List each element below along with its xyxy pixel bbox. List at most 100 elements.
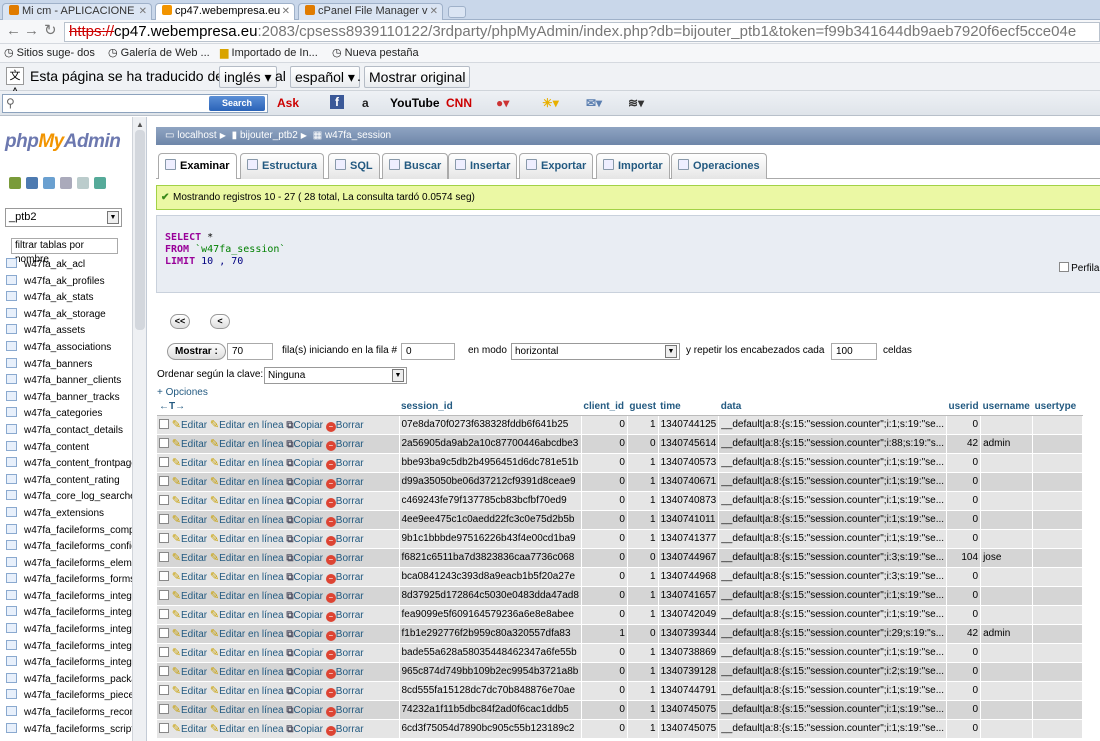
delete-icon[interactable]: − [325,649,336,660]
sidebar-table-item[interactable]: w47fa_associations [6,340,146,357]
youtube-icon[interactable]: YouTube [390,95,440,111]
copy-icon[interactable]: ⧉ [286,686,293,697]
cell-guest[interactable]: 1 [627,529,659,549]
cell-guest[interactable]: 1 [627,643,659,663]
cell-session-id[interactable]: 8cd555fa15128dc7dc70b848876e70ae [399,681,582,701]
delete-icon[interactable]: − [325,535,336,546]
delete-link[interactable]: Borrar [336,477,364,488]
copy-link[interactable]: Copiar [294,629,323,640]
cell-username[interactable] [980,662,1034,682]
table-icon[interactable] [6,589,17,600]
cell-client-id[interactable]: 0 [581,662,628,682]
column-header-userid[interactable]: userid [946,399,981,416]
edit-link[interactable]: Editar [181,629,207,640]
pencil-icon[interactable]: ✎ [210,457,219,469]
options-link[interactable]: + Opciones [157,387,208,398]
copy-link[interactable]: Copiar [294,553,323,564]
bookmark-item[interactable]: ◷ Galería de Web ... [108,44,210,62]
sidebar-table-item[interactable]: w47fa_facileforms_compi [6,523,146,540]
copy-icon[interactable]: ⧉ [286,553,293,564]
sidebar-table-item[interactable]: w47fa_facileforms_pieces [6,688,146,705]
delete-icon[interactable]: − [325,516,336,527]
edit-link[interactable]: Editar [181,477,207,488]
cell-client-id[interactable]: 0 [581,510,628,530]
cell-session-id[interactable]: 9b1c1bbbde97516226b43f4e00cd1ba9 [399,529,582,549]
row-checkbox[interactable] [159,551,169,562]
delete-icon[interactable]: − [325,687,336,698]
delete-link[interactable]: Borrar [336,591,364,602]
cell-userid[interactable]: 0 [946,415,982,435]
back-arrow-icon[interactable]: ← [6,23,21,39]
row-checkbox[interactable] [159,570,169,581]
cell-usertype[interactable] [1032,586,1084,606]
reload-nav-icon[interactable] [94,177,106,189]
cell-guest[interactable]: 1 [627,605,659,625]
cell-guest[interactable]: 1 [627,681,659,701]
cell-time[interactable]: 1340740573 [658,453,720,473]
pencil-icon[interactable]: ✎ [210,495,219,507]
cell-userid[interactable]: 42 [946,624,982,644]
cell-username[interactable] [980,510,1034,530]
cell-username[interactable] [980,567,1034,587]
copy-icon[interactable]: ⧉ [286,667,293,678]
sidebar-table-item[interactable]: w47fa_facileforms_integr [6,655,146,672]
inline-edit-link[interactable]: Editar en línea [219,477,284,488]
cell-time[interactable]: 1340745075 [658,719,720,739]
delete-icon[interactable]: − [325,440,336,451]
cell-time[interactable]: 1340738869 [658,643,720,663]
row-checkbox[interactable] [159,437,169,448]
cnn-icon[interactable]: CNN [446,95,472,111]
cell-client-id[interactable]: 0 [581,567,628,587]
edit-link[interactable]: Editar [181,667,207,678]
table-icon[interactable] [6,258,17,268]
delete-icon[interactable]: − [325,725,336,736]
mode-select[interactable]: horizontal ▼ [511,343,680,360]
pencil-icon[interactable]: ✎ [172,647,181,659]
cell-userid[interactable]: 0 [946,643,982,663]
copy-link[interactable]: Copiar [294,686,323,697]
cell-time[interactable]: 1340740671 [658,472,720,492]
cell-userid[interactable]: 0 [946,453,982,473]
delete-link[interactable]: Borrar [336,534,364,545]
edit-link[interactable]: Editar [181,648,207,659]
cell-client-id[interactable]: 0 [581,529,628,549]
rows-input[interactable]: 70 [227,343,273,360]
cell-username[interactable] [980,415,1034,435]
cell-username[interactable] [980,491,1034,511]
cell-client-id[interactable]: 0 [581,643,628,663]
cell-time[interactable]: 1340741011 [658,510,720,530]
table-icon[interactable] [6,656,17,667]
new-tab-button[interactable] [448,6,466,18]
cell-userid[interactable]: 0 [946,700,982,720]
cell-session-id[interactable]: 07e8da70f0273f638328fddb6f641b25 [399,415,582,435]
table-icon[interactable] [6,440,17,451]
inline-edit-link[interactable]: Editar en línea [219,591,284,602]
row-checkbox[interactable] [159,703,169,714]
sidebar-table-item[interactable]: w47fa_extensions [6,506,146,523]
pencil-icon[interactable]: ✎ [172,590,181,602]
bookmark-item[interactable]: ◷ Sitios suge- dos [4,44,95,62]
delete-icon[interactable]: − [325,554,336,565]
cell-time[interactable]: 1340740873 [658,491,720,511]
delete-icon[interactable]: − [325,573,336,584]
pencil-icon[interactable]: ✎ [172,685,181,697]
cell-userid[interactable]: 0 [946,681,982,701]
bookmark-folder[interactable]: ▆ Importado de In... [220,44,318,62]
pencil-icon[interactable]: ✎ [210,476,219,488]
copy-link[interactable]: Copiar [294,458,323,469]
cell-client-id[interactable]: 0 [581,681,628,701]
pencil-icon[interactable]: ✎ [210,685,219,697]
inline-edit-link[interactable]: Editar en línea [219,629,284,640]
edit-link[interactable]: Editar [181,705,207,716]
cell-userid[interactable]: 0 [946,719,982,739]
tab-search[interactable]: Buscar [382,153,449,179]
phpmyadmin-logo[interactable]: phpMyAdmin [5,131,121,153]
delete-icon[interactable]: − [325,497,336,508]
pencil-icon[interactable]: ✎ [210,419,219,431]
pencil-icon[interactable]: ✎ [210,438,219,450]
copy-link[interactable]: Copiar [294,496,323,507]
scroll-up-icon[interactable]: ▲ [136,120,144,129]
cell-userid[interactable]: 0 [946,472,982,492]
cell-data[interactable]: __default|a:8:{s:15:"session.counter";i:… [718,605,948,625]
previous-page-button[interactable]: < [210,314,230,329]
